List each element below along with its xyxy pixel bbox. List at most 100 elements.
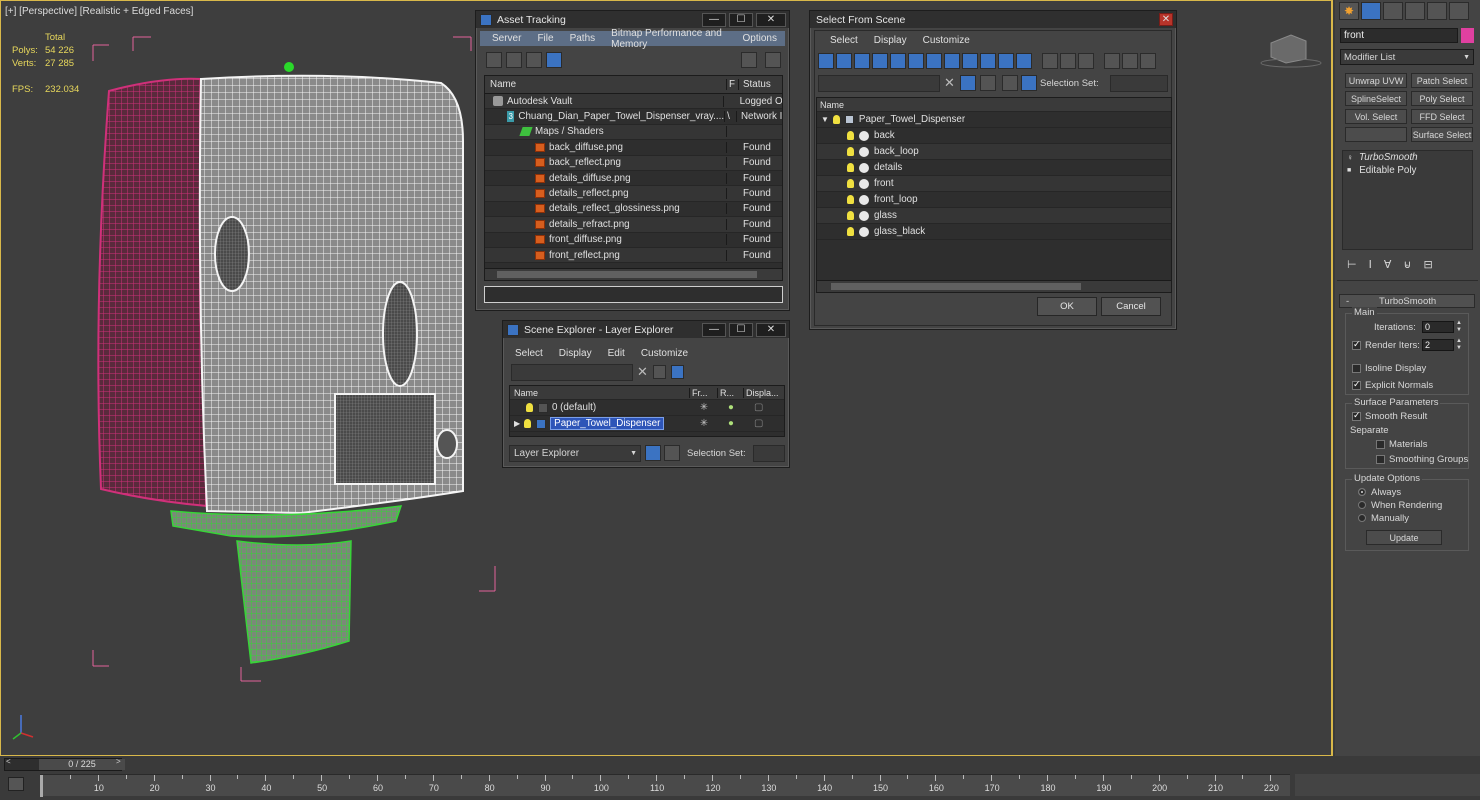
vol-select-button[interactable]: Vol. Select [1345,109,1407,124]
expand-arrow-icon[interactable]: ▶ [514,419,520,428]
stack-item-turbosmooth[interactable]: ♀ TurboSmooth [1343,151,1472,164]
render-iters-checkbox[interactable] [1352,339,1361,350]
list-icon[interactable] [506,52,522,68]
display-box-icon[interactable]: ▢ [744,418,763,429]
tree-item-row[interactable]: back_loop [817,144,1171,160]
thumbnail-icon[interactable] [526,52,542,68]
bulb-icon[interactable] [847,195,854,204]
smooth-result-checkbox[interactable] [1352,410,1361,421]
materials-row[interactable]: Materials [1376,439,1428,450]
expand-arrow-icon[interactable]: ▼ [821,115,829,124]
layer-col-freeze[interactable]: Fr... [690,387,718,398]
next-frame-icon[interactable]: > [116,757,121,766]
asset-row[interactable]: Maps / Shaders [485,124,782,141]
bulb-icon[interactable] [847,179,854,188]
filter-options-icon[interactable] [1122,53,1138,69]
materials-checkbox[interactable] [1376,439,1385,449]
asset-horizontal-scrollbar[interactable] [485,268,782,280]
menu-select[interactable]: Select [822,35,866,46]
tree-item-row[interactable]: back [817,128,1171,144]
asset-row[interactable]: Autodesk Vault Logged O [485,94,782,110]
maximize-button[interactable]: ☐ [729,12,753,27]
spline-select-button[interactable]: SplineSelect [1345,91,1407,106]
asset-path-field[interactable] [484,286,783,303]
tree-item-row[interactable]: glass_black [817,224,1171,240]
object-color-swatch[interactable] [1461,28,1474,43]
col-name-header[interactable]: Name [485,79,727,90]
find-case-icon[interactable] [960,75,976,91]
explorer-search-input[interactable] [511,364,633,381]
empty-modifier-button[interactable] [1345,127,1407,142]
asset-row[interactable]: details_refract.png Found [485,217,782,233]
menu-options[interactable]: Options [735,33,785,44]
maximize-button[interactable]: ☐ [729,322,753,337]
hierarchy-icon[interactable] [1021,75,1037,91]
xrefs-filter-icon[interactable] [944,53,960,69]
time-slider[interactable]: 0 / 225 [4,758,125,771]
minimize-button[interactable]: — [702,12,726,27]
explorer-type-dropdown[interactable]: Layer Explorer ▼ [509,445,641,462]
cameras-filter-icon[interactable] [872,53,888,69]
layer-row[interactable]: ▶ Paper_Towel_Dispenser ✳ ● ▢ [510,416,784,432]
close-button[interactable]: ✕ [756,322,786,337]
asset-row[interactable]: details_reflect.png Found [485,186,782,202]
smooth-result-row[interactable]: Smooth Result [1352,410,1427,422]
explicit-normals-checkbox[interactable] [1352,379,1361,390]
isoline-checkbox[interactable] [1352,363,1361,373]
groups-filter-icon[interactable] [926,53,942,69]
layer-stack-icon[interactable] [980,75,996,91]
bulb-icon[interactable] [847,211,854,220]
display-tab-icon[interactable] [1427,2,1447,20]
render-teapot-icon[interactable]: ● [718,418,744,429]
menu-edit[interactable]: Edit [600,348,633,359]
render-teapot-icon[interactable]: ● [718,402,744,413]
asset-row[interactable]: back_diffuse.png Found [485,140,782,156]
asset-row[interactable]: 3 Chuang_Dian_Paper_Towel_Dispenser_vray.… [485,109,782,125]
close-button[interactable]: ✕ [1159,13,1173,26]
layer-col-display[interactable]: Displa... [744,388,779,398]
remove-modifier-icon[interactable]: ⊌ [1403,258,1411,271]
make-unique-icon[interactable]: ∀ [1384,258,1392,271]
configure-sets-icon[interactable]: ⊟ [1423,258,1432,271]
pin-stack-icon[interactable]: ⊢ [1347,258,1357,271]
bulb-icon[interactable] [832,115,840,124]
select-none-icon[interactable] [1060,53,1076,69]
menu-file[interactable]: File [529,33,561,44]
clear-search-icon[interactable]: ✕ [944,75,955,91]
object-name-field[interactable]: front [1340,28,1458,43]
layer-col-name[interactable]: Name [510,387,690,398]
display-box-icon[interactable]: ▢ [744,402,763,413]
track-bar[interactable]: 10 20 30 40 50 60 70 80 90 100 110 120 130 140 150 160 1… [40,774,1290,797]
show-end-result-icon[interactable]: Ⅰ [1369,258,1372,271]
selection-set-dropdown[interactable] [1110,75,1168,92]
asset-row[interactable]: details_diffuse.png Found [485,171,782,187]
tree-item-row[interactable]: glass [817,208,1171,224]
spacewarps-filter-icon[interactable] [908,53,924,69]
manually-row[interactable]: Manually [1358,513,1409,524]
render-iters-row[interactable]: Render Iters: [1352,339,1420,351]
tree-item-row[interactable]: front_loop [817,192,1171,208]
menu-display[interactable]: Display [551,348,600,359]
stack-item-editable-poly[interactable]: ■ Editable Poly [1343,164,1472,177]
create-tab-icon[interactable]: ✸ [1339,2,1359,20]
freeze-icon[interactable]: ✳ [690,402,718,413]
ok-button[interactable]: OK [1037,297,1097,316]
filter-icon[interactable] [1104,53,1120,69]
layer-row[interactable]: 0 (default) ✳ ● ▢ [510,400,784,416]
spinner-arrows-icon[interactable]: ▲ ▼ [1456,320,1462,334]
select-all-icon[interactable] [1042,53,1058,69]
hierarchy-icon[interactable] [664,445,680,461]
surface-select-button[interactable]: Surface Select [1411,127,1473,142]
turbosmooth-rollout-header[interactable]: - TurboSmooth [1339,294,1475,308]
helpers-filter-icon[interactable] [890,53,906,69]
unwrap-uvw-button[interactable]: Unwrap UVW [1345,73,1407,88]
iterations-spinner[interactable]: 0 [1422,321,1454,333]
select-from-scene-titlebar[interactable]: Select From Scene ✕ [810,11,1176,28]
menu-server[interactable]: Server [484,33,529,44]
bulb-icon[interactable]: ♀ [1347,153,1353,162]
layer-stack-icon[interactable] [671,365,684,379]
col-f-header[interactable]: F [727,79,739,90]
refresh-icon[interactable] [486,52,502,68]
bones-filter-icon[interactable] [962,53,978,69]
layer-explorer-icon[interactable] [1002,75,1018,91]
